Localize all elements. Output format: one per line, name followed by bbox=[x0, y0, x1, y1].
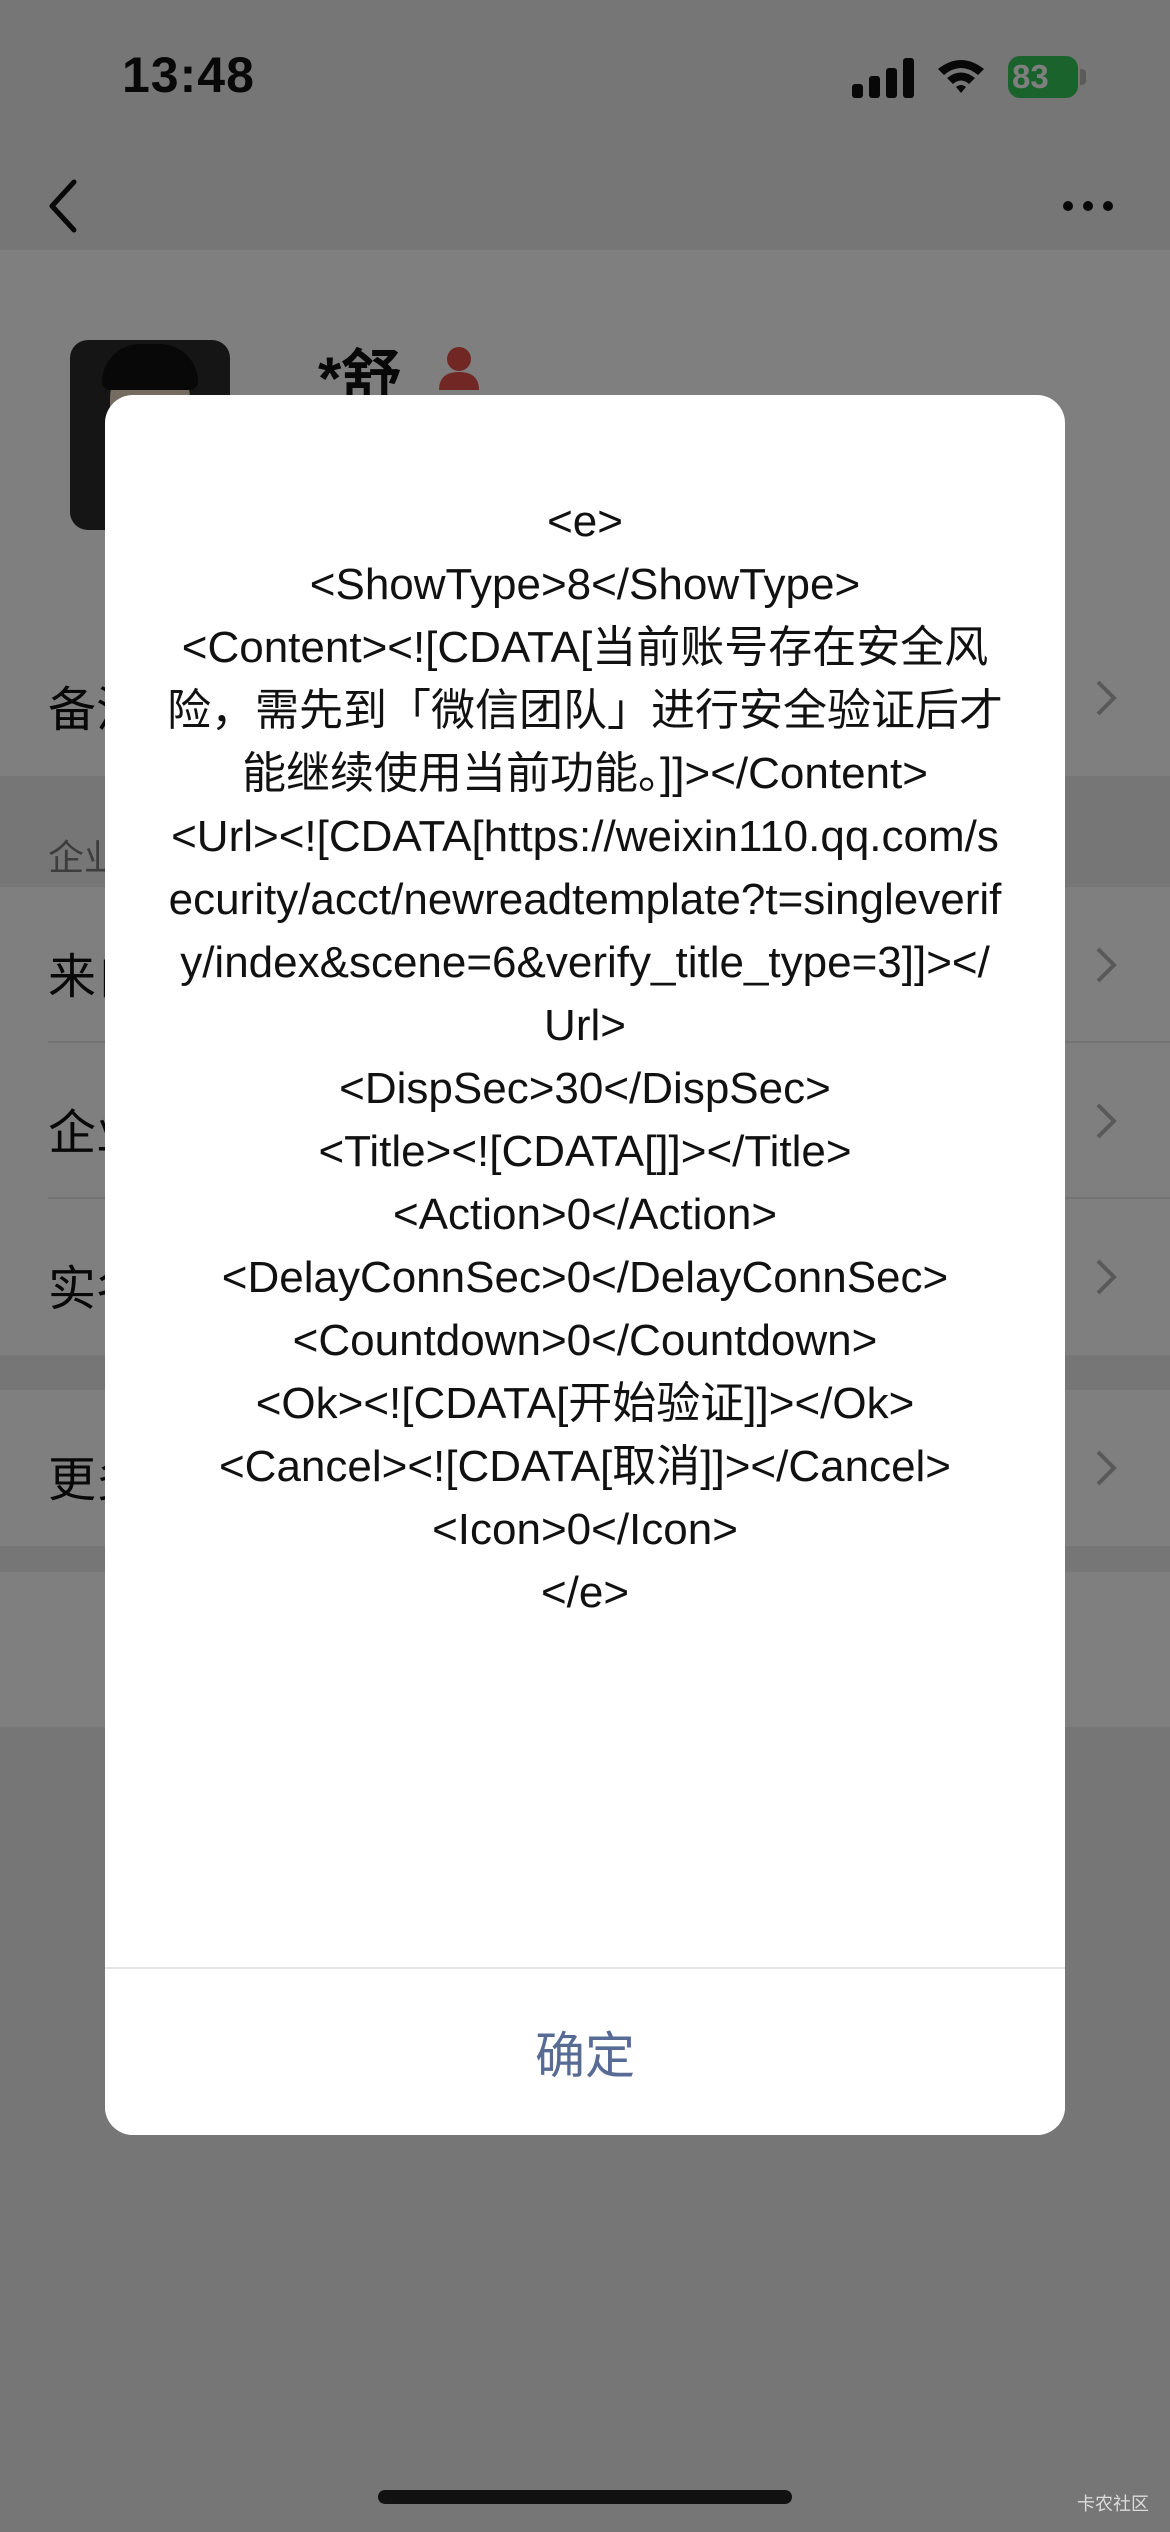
dialog-message: <e> <ShowType>8</ShowType> <Content><![C… bbox=[167, 497, 1003, 1617]
alert-dialog: <e> <ShowType>8</ShowType> <Content><![C… bbox=[105, 395, 1065, 2135]
home-indicator[interactable] bbox=[378, 2490, 792, 2504]
confirm-button[interactable]: 确定 bbox=[105, 1969, 1065, 2135]
watermark: 卡农社区 bbox=[1077, 2494, 1149, 2514]
